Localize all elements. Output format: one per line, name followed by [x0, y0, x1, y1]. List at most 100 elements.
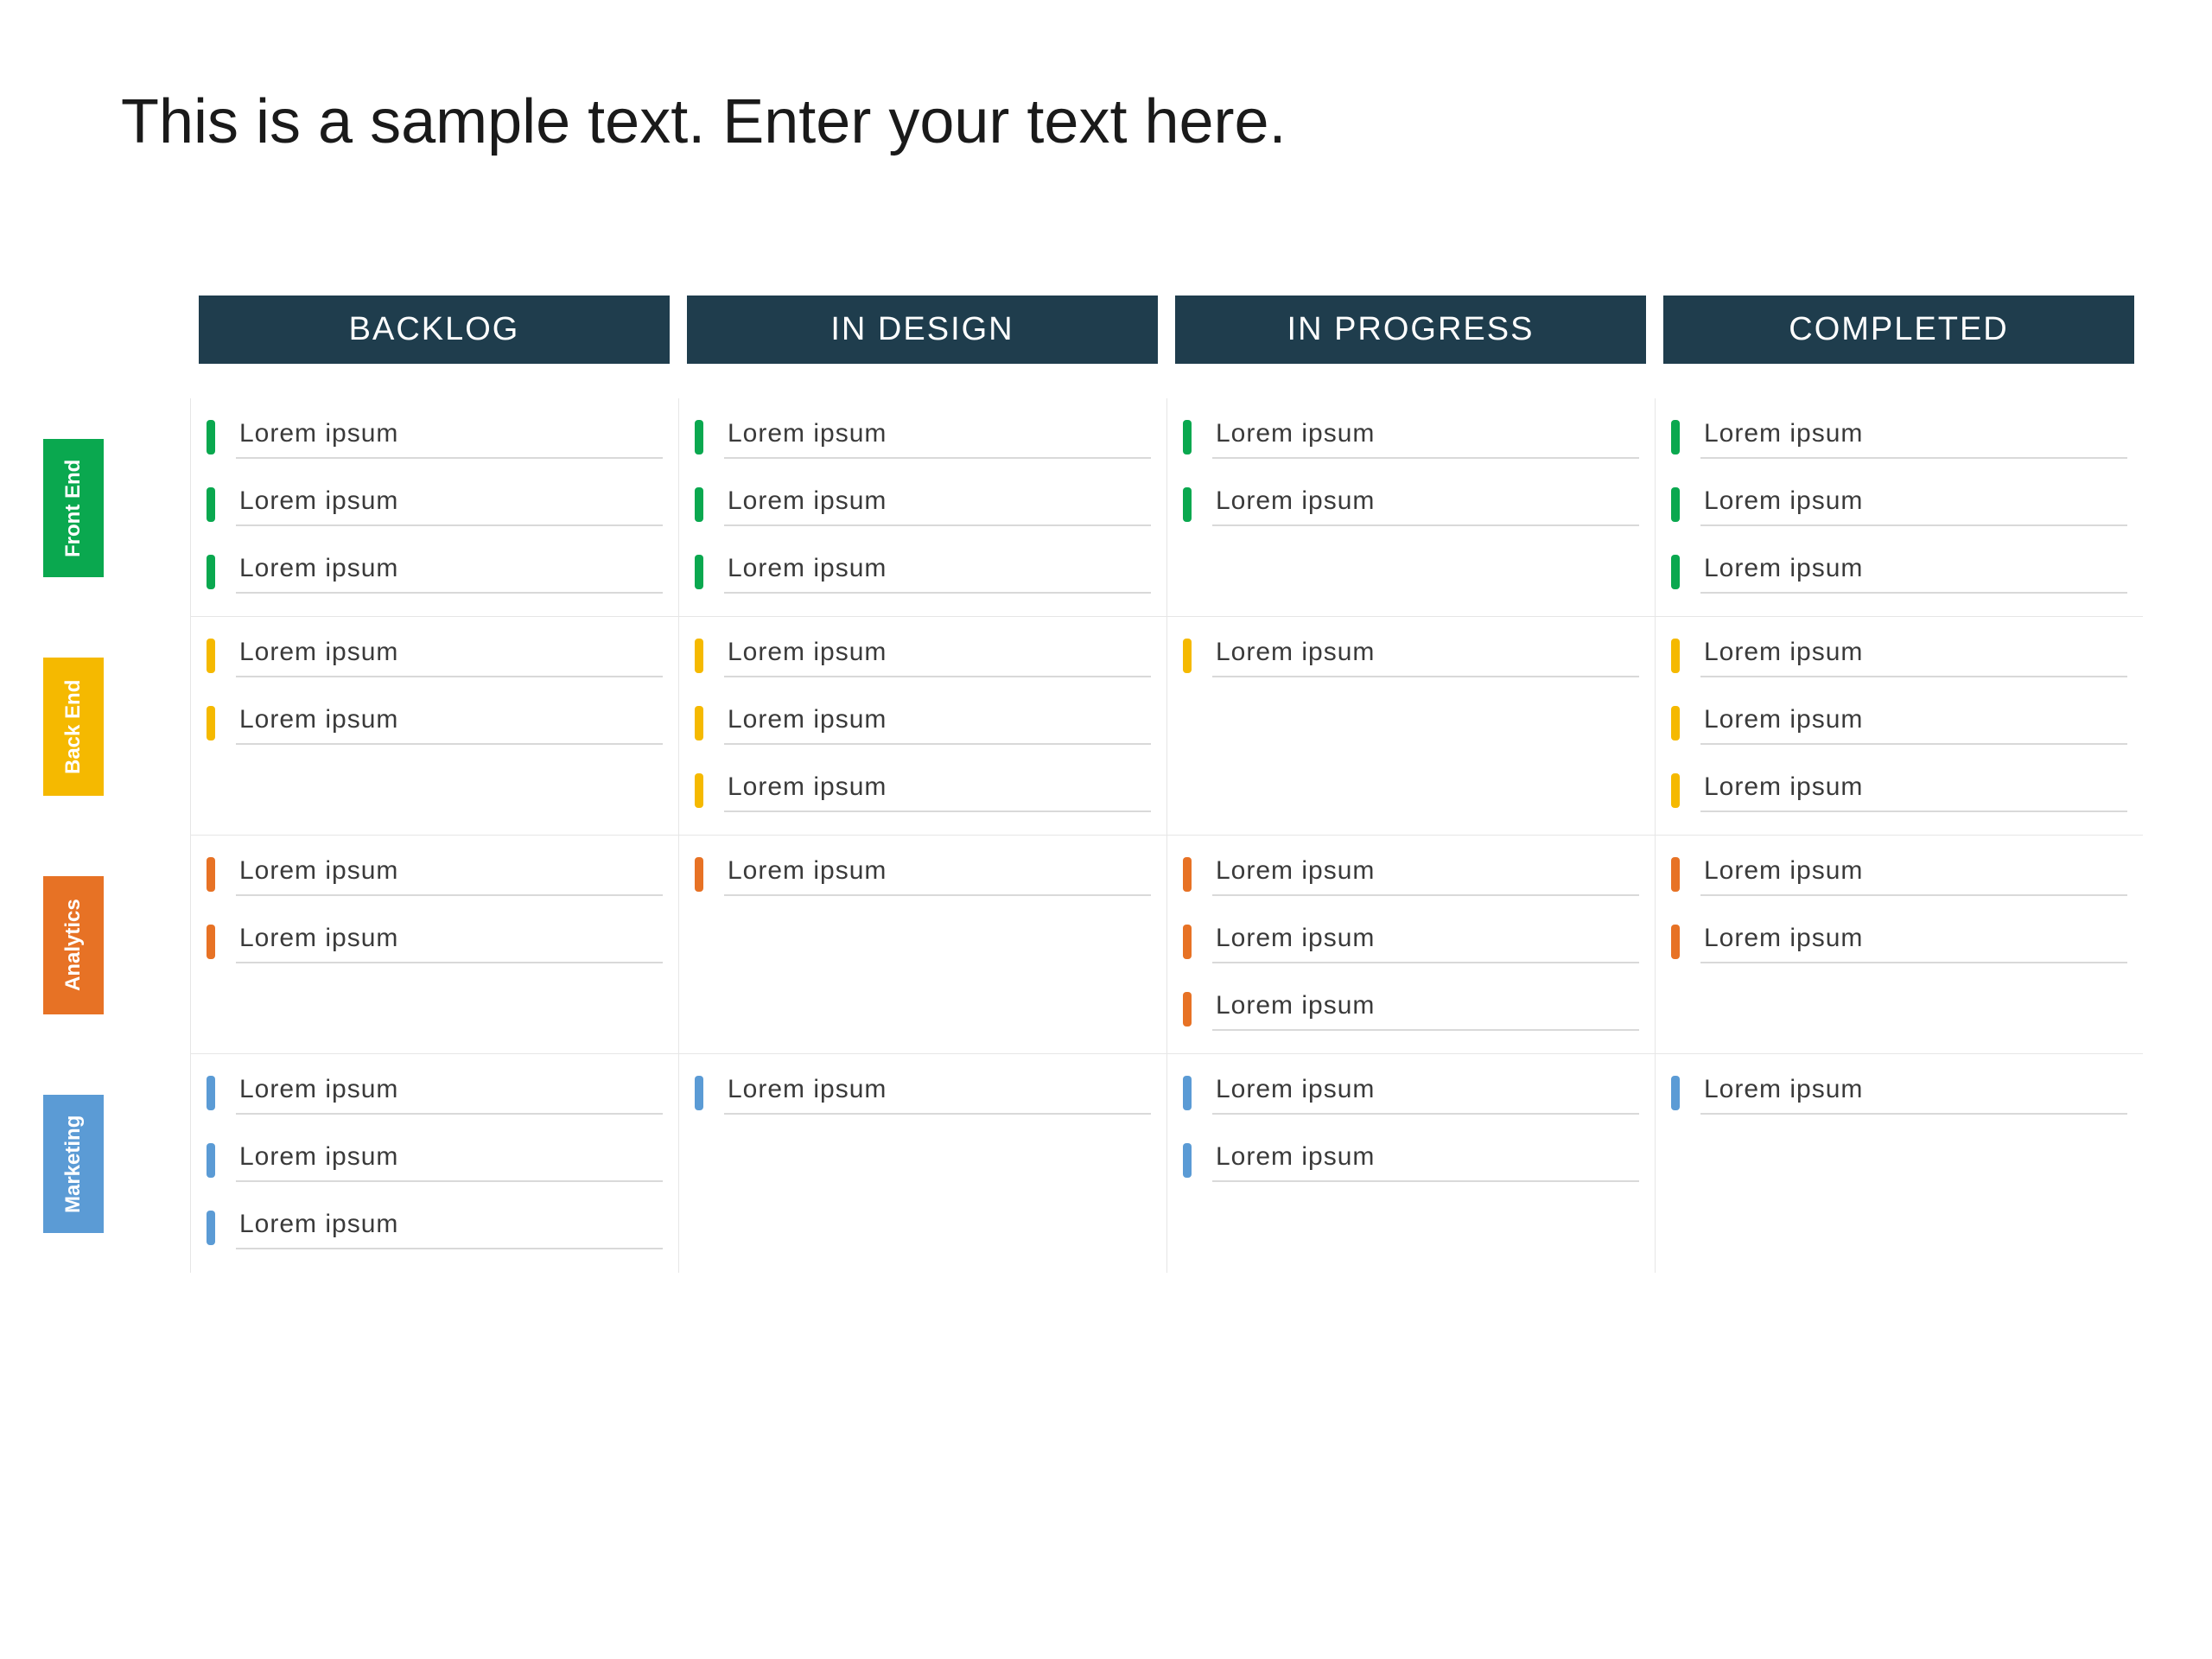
kanban-card[interactable]: Lorem ipsum [1183, 1139, 1639, 1182]
kanban-card[interactable]: Lorem ipsum [1671, 1071, 2127, 1115]
card-color-tick [207, 925, 215, 959]
card-text: Lorem ipsum [1700, 634, 2127, 677]
card-color-tick [1671, 706, 1680, 741]
column-header: IN DESIGN [687, 296, 1158, 364]
kanban-card[interactable]: Lorem ipsum [1671, 920, 2127, 963]
board-cell: Lorem ipsum Lorem ipsum [1655, 836, 2143, 1054]
row-label-wrap: Marketing [35, 1054, 190, 1273]
kanban-board: BACKLOGIN DESIGNIN PROGRESSCOMPLETEDFron… [35, 296, 2143, 1273]
kanban-card[interactable]: Lorem ipsum [1183, 853, 1639, 896]
row-label-wrap: Analytics [35, 836, 190, 1054]
board-cell: Lorem ipsum Lorem ipsum Lorem ipsum [678, 398, 1166, 617]
card-color-tick [695, 555, 703, 589]
kanban-card[interactable]: Lorem ipsum [207, 920, 663, 963]
kanban-card[interactable]: Lorem ipsum [1671, 634, 2127, 677]
card-text: Lorem ipsum [236, 1206, 663, 1249]
card-text: Lorem ipsum [236, 483, 663, 526]
card-color-tick [1671, 857, 1680, 892]
board-cell: Lorem ipsum Lorem ipsum Lorem ipsum [1655, 617, 2143, 836]
card-text: Lorem ipsum [236, 416, 663, 459]
kanban-card[interactable]: Lorem ipsum [695, 702, 1151, 745]
kanban-card[interactable]: Lorem ipsum [207, 1071, 663, 1115]
kanban-card[interactable]: Lorem ipsum [695, 1071, 1151, 1115]
board-cell: Lorem ipsum Lorem ipsum [1166, 1054, 1655, 1273]
card-color-tick [207, 706, 215, 741]
kanban-card[interactable]: Lorem ipsum [1183, 634, 1639, 677]
card-text: Lorem ipsum [1700, 416, 2127, 459]
card-color-tick [1671, 487, 1680, 522]
board-cell: Lorem ipsum [678, 1054, 1166, 1273]
card-text: Lorem ipsum [724, 483, 1151, 526]
card-text: Lorem ipsum [1700, 483, 2127, 526]
column-header: BACKLOG [199, 296, 670, 364]
kanban-card[interactable]: Lorem ipsum [1183, 988, 1639, 1031]
kanban-card[interactable]: Lorem ipsum [695, 634, 1151, 677]
card-color-tick [207, 487, 215, 522]
card-text: Lorem ipsum [236, 702, 663, 745]
kanban-card[interactable]: Lorem ipsum [1671, 769, 2127, 812]
kanban-card[interactable]: Lorem ipsum [207, 702, 663, 745]
card-color-tick [1183, 1143, 1192, 1178]
card-color-tick [1671, 925, 1680, 959]
card-text: Lorem ipsum [236, 634, 663, 677]
card-color-tick [207, 1143, 215, 1178]
board-cell: Lorem ipsum Lorem ipsum Lorem ipsum [1166, 836, 1655, 1054]
card-text: Lorem ipsum [1700, 550, 2127, 594]
card-color-tick [1183, 1076, 1192, 1110]
kanban-card[interactable]: Lorem ipsum [1183, 416, 1639, 459]
card-text: Lorem ipsum [236, 1139, 663, 1182]
board-cell: Lorem ipsum [678, 836, 1166, 1054]
card-color-tick [1183, 857, 1192, 892]
card-text: Lorem ipsum [724, 416, 1151, 459]
row-label: Analytics [43, 876, 104, 1014]
card-color-tick [695, 639, 703, 673]
card-text: Lorem ipsum [724, 634, 1151, 677]
kanban-card[interactable]: Lorem ipsum [207, 634, 663, 677]
kanban-card[interactable]: Lorem ipsum [695, 416, 1151, 459]
card-color-tick [1671, 420, 1680, 454]
kanban-card[interactable]: Lorem ipsum [1183, 483, 1639, 526]
card-color-tick [207, 1211, 215, 1245]
kanban-card[interactable]: Lorem ipsum [207, 1139, 663, 1182]
kanban-card[interactable]: Lorem ipsum [1183, 920, 1639, 963]
row-label-wrap: Back End [35, 617, 190, 836]
kanban-card[interactable]: Lorem ipsum [1671, 853, 2127, 896]
board-cell: Lorem ipsum [1166, 617, 1655, 836]
kanban-card[interactable]: Lorem ipsum [207, 483, 663, 526]
card-text: Lorem ipsum [1700, 853, 2127, 896]
kanban-card[interactable]: Lorem ipsum [695, 550, 1151, 594]
card-text: Lorem ipsum [1700, 769, 2127, 812]
card-color-tick [1671, 773, 1680, 808]
board-corner [35, 296, 190, 398]
card-color-tick [1671, 555, 1680, 589]
card-text: Lorem ipsum [236, 550, 663, 594]
kanban-card[interactable]: Lorem ipsum [207, 853, 663, 896]
card-text: Lorem ipsum [1700, 702, 2127, 745]
kanban-card[interactable]: Lorem ipsum [1671, 416, 2127, 459]
kanban-card[interactable]: Lorem ipsum [207, 416, 663, 459]
kanban-card[interactable]: Lorem ipsum [1671, 550, 2127, 594]
card-color-tick [207, 555, 215, 589]
kanban-card[interactable]: Lorem ipsum [695, 853, 1151, 896]
board-cell: Lorem ipsum Lorem ipsum [190, 617, 678, 836]
kanban-card[interactable]: Lorem ipsum [695, 483, 1151, 526]
kanban-card[interactable]: Lorem ipsum [207, 1206, 663, 1249]
card-text: Lorem ipsum [1700, 1071, 2127, 1115]
board-cell: Lorem ipsum Lorem ipsum [1166, 398, 1655, 617]
board-cell: Lorem ipsum [1655, 1054, 2143, 1273]
kanban-card[interactable]: Lorem ipsum [695, 769, 1151, 812]
kanban-card[interactable]: Lorem ipsum [1671, 483, 2127, 526]
card-color-tick [207, 857, 215, 892]
kanban-card[interactable]: Lorem ipsum [1671, 702, 2127, 745]
card-text: Lorem ipsum [236, 853, 663, 896]
card-color-tick [1183, 992, 1192, 1027]
board-cell: Lorem ipsum Lorem ipsum Lorem ipsum [190, 1054, 678, 1273]
kanban-card[interactable]: Lorem ipsum [207, 550, 663, 594]
board-cell: Lorem ipsum Lorem ipsum Lorem ipsum [678, 617, 1166, 836]
card-color-tick [1183, 487, 1192, 522]
card-text: Lorem ipsum [236, 920, 663, 963]
card-color-tick [1183, 639, 1192, 673]
kanban-card[interactable]: Lorem ipsum [1183, 1071, 1639, 1115]
column-header: COMPLETED [1663, 296, 2134, 364]
card-color-tick [1671, 639, 1680, 673]
